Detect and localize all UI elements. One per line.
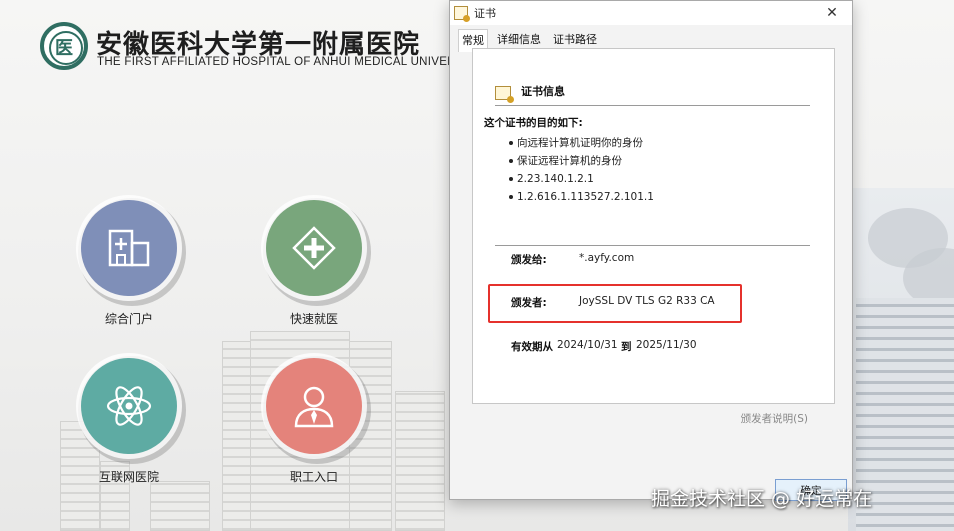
entry-staff-circle[interactable] bbox=[266, 358, 362, 454]
entry-internet-hospital-label: 互联网医院 bbox=[98, 470, 159, 484]
medical-cross-icon bbox=[266, 200, 362, 296]
list-item: 1.2.616.1.113527.2.101.1 bbox=[509, 188, 654, 206]
close-icon[interactable]: ✕ bbox=[812, 1, 852, 25]
issuer-statement-button[interactable]: 颁发者说明(S) bbox=[741, 411, 808, 426]
issued-by-label: 颁发者: bbox=[511, 297, 547, 309]
watermark: 掘金技术社区 @ 好运常在 bbox=[651, 488, 873, 510]
valid-from-value: 2024/10/31 bbox=[557, 339, 618, 351]
list-item: 向远程计算机证明你的身份 bbox=[509, 134, 654, 152]
hospital-building-icon bbox=[81, 200, 177, 296]
entry-portal-label: 综合门户 bbox=[104, 312, 153, 326]
entry-quick-visit[interactable]: 快速就医 bbox=[259, 200, 369, 327]
purpose-list: 向远程计算机证明你的身份 保证远程计算机的身份 2.23.140.1.2.1 1… bbox=[509, 134, 654, 206]
entry-portal-circle[interactable] bbox=[81, 200, 177, 296]
divider bbox=[495, 245, 810, 246]
atom-icon bbox=[81, 358, 177, 454]
entry-internet-hospital[interactable]: 互联网医院 bbox=[74, 358, 184, 485]
entry-internet-hospital-circle[interactable] bbox=[81, 358, 177, 454]
certificate-dialog: 证书 ✕ 常规 详细信息 证书路径 证书信息 这个证书的目的如下: 向远程计算机… bbox=[449, 0, 853, 501]
entry-staff-label: 职工入口 bbox=[289, 470, 338, 484]
staff-person-icon bbox=[266, 358, 362, 454]
certificate-icon bbox=[454, 6, 470, 22]
dialog-titlebar[interactable]: 证书 ✕ bbox=[450, 1, 852, 25]
general-panel: 证书信息 这个证书的目的如下: 向远程计算机证明你的身份 保证远程计算机的身份 … bbox=[472, 48, 835, 404]
valid-to-label: 到 bbox=[621, 341, 632, 353]
dialog-title: 证书 bbox=[474, 7, 496, 20]
building-photo bbox=[848, 188, 954, 531]
entry-staff[interactable]: 职工入口 bbox=[259, 358, 369, 485]
issued-to-value: *.ayfy.com bbox=[579, 252, 635, 264]
cert-info-title: 证书信息 bbox=[521, 85, 565, 98]
list-item: 保证远程计算机的身份 bbox=[509, 152, 654, 170]
entry-portal[interactable]: 综合门户 bbox=[74, 200, 184, 327]
list-item: 2.23.140.1.2.1 bbox=[509, 170, 654, 188]
issued-by-value: JoySSL DV TLS G2 R33 CA bbox=[579, 295, 715, 307]
divider bbox=[495, 105, 810, 106]
certificate-info-icon bbox=[495, 86, 514, 103]
entry-quick-visit-label: 快速就医 bbox=[289, 312, 338, 326]
issued-to-label: 颁发给: bbox=[511, 254, 547, 266]
valid-from-label: 有效期从 bbox=[511, 341, 553, 353]
valid-to-value: 2025/11/30 bbox=[636, 339, 697, 351]
entry-quick-visit-circle[interactable] bbox=[266, 200, 362, 296]
purpose-title: 这个证书的目的如下: bbox=[484, 117, 583, 129]
